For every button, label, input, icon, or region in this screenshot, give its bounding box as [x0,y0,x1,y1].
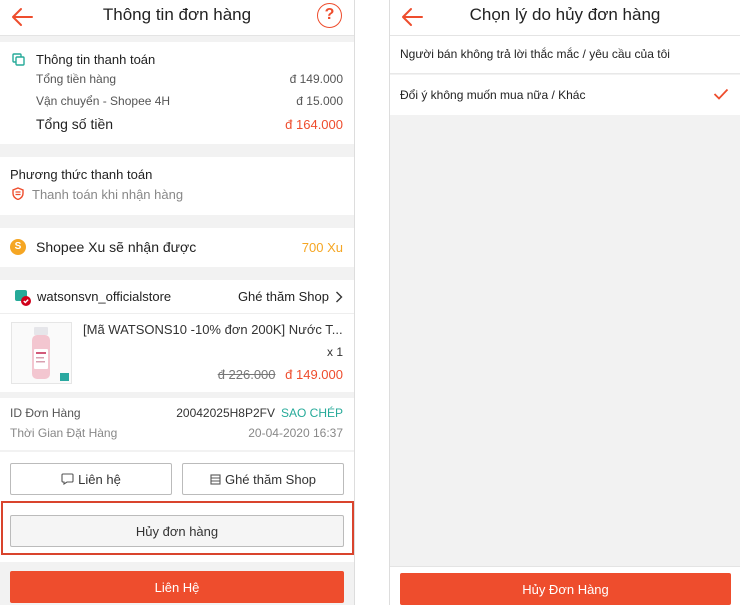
order-id-label: ID Đơn Hàng [10,406,81,420]
reason-label: Đổi ý không muốn mua nữa / Khác [400,88,586,102]
subtotal-value: đ 149.000 [289,72,343,86]
order-id-row: ID Đơn Hàng 20042025H8P2FV SAO CHÉP [10,406,343,420]
cancel-reason-header: Chọn lý do hủy đơn hàng [390,0,740,36]
order-meta-card: ID Đơn Hàng 20042025H8P2FV SAO CHÉP Thời… [0,398,354,450]
shop-name[interactable]: watsonsvn_officialstore [37,289,171,304]
visit-shop-label: Ghé thăm Shop [237,289,329,304]
payment-method-value: Thanh toán khi nhận hàng [32,187,184,202]
divider [0,313,354,314]
payment-method-heading: Phương thức thanh toán [10,167,153,182]
page-title: Chọn lý do hủy đơn hàng [469,5,661,24]
total-value: đ 164.000 [285,116,343,132]
shipping-value: đ 15.000 [296,94,343,108]
order-id-value: 20042025H8P2FV [176,406,275,420]
check-icon [713,88,729,100]
shop-badge-icon [15,290,31,306]
page-title: Thông tin đơn hàng [102,5,252,24]
store-icon [210,474,221,485]
visit-shop-button-label: Ghé thăm Shop [224,471,317,487]
reason-option[interactable]: Người bán không trả lời thắc mắc / yêu c… [390,36,740,74]
payment-card-icon [12,53,25,66]
coin-icon: S [10,239,26,255]
cancel-order-button[interactable]: Hủy đơn hàng [10,515,344,547]
total-row: Tổng số tiền đ 164.000 [36,116,343,132]
product-image[interactable] [11,322,72,384]
shipping-row: Vận chuyển - Shopee 4H đ 15.000 [36,94,343,108]
cancel-order-label: Hủy đơn hàng [135,523,219,539]
product-price-group: đ 226.000 đ 149.000 [218,367,343,382]
help-icon[interactable]: ? [317,3,342,28]
shop-product-card: watsonsvn_officialstore Ghé thăm Shop [M… [0,280,354,392]
visit-shop-link[interactable]: Ghé thăm Shop [238,289,343,304]
product-original-price: đ 226.000 [217,367,276,382]
coins-label: Shopee Xu sẽ nhận được [36,239,197,255]
subtotal-row: Tổng tiền hàng đ 149.000 [36,72,343,86]
cancel-reason-screen: Chọn lý do hủy đơn hàng Người bán không … [389,0,740,605]
order-time-value: 20-04-2020 16:37 [248,426,343,440]
order-info-header: Thông tin đơn hàng ? [0,0,354,36]
contact-button[interactable]: Liên hệ [10,463,172,495]
contact-label: Liên hệ [78,471,121,487]
total-label: Tổng số tiền [36,116,114,132]
confirm-cancel-label: Hủy Đơn Hàng [522,581,609,597]
payment-info-heading: Thông tin thanh toán [36,52,156,67]
coins-value: 700 Xu [301,239,343,255]
actions-area: Liên hệ Ghé thăm Shop Hủy đơn hàng Liên … [0,452,354,605]
chat-icon [61,473,74,485]
contact-primary-button[interactable]: Liên Hệ [10,571,344,603]
payment-info-card: Thông tin thanh toán Tổng tiền hàng đ 14… [0,42,354,144]
contact-primary-label: Liên Hệ [154,579,200,595]
product-bottle-icon [32,327,69,381]
coins-row: Shopee Xu sẽ nhận được 700 Xu [36,239,343,255]
product-quantity: x 1 [326,345,343,359]
reason-option-selected[interactable]: Đổi ý không muốn mua nữa / Khác [390,75,740,115]
order-info-screen: Thông tin đơn hàng ? Thông tin thanh toá… [0,0,355,605]
shipping-label: Vận chuyển - Shopee 4H [36,94,171,108]
confirm-cancel-button[interactable]: Hủy Đơn Hàng [400,573,731,605]
visit-shop-button[interactable]: Ghé thăm Shop [182,463,344,495]
product-title[interactable]: [Mã WATSONS10 -10% đơn 200K] Nước T... [83,322,343,337]
copy-order-id-button[interactable]: SAO CHÉP [281,406,343,420]
product-price: đ 149.000 [285,367,343,382]
coins-card: S Shopee Xu sẽ nhận được 700 Xu [0,228,354,267]
order-time-label: Thời Gian Đặt Hàng [10,426,118,440]
subtotal-label: Tổng tiền hàng [36,72,117,86]
payment-method-card: Phương thức thanh toán Thanh toán khi nh… [0,157,354,215]
order-time-row: Thời Gian Đặt Hàng 20-04-2020 16:37 [10,426,343,440]
chevron-right-icon [336,291,343,302]
reason-label: Người bán không trả lời thắc mắc / yêu c… [400,47,670,61]
cod-shield-icon [12,187,24,200]
